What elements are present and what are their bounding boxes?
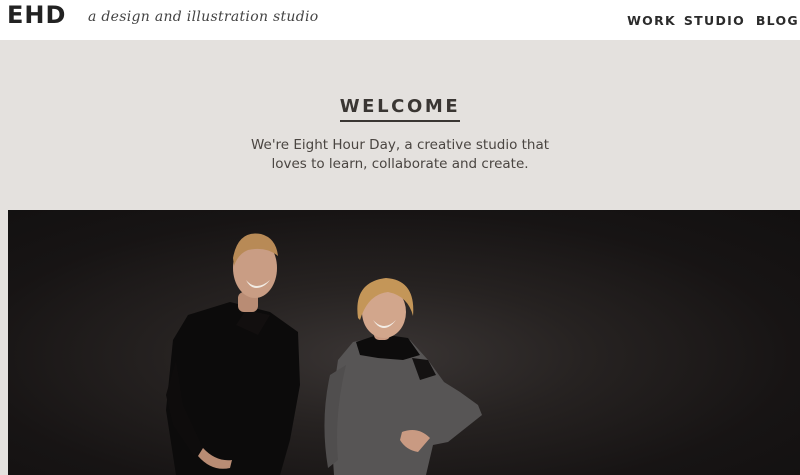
intro-line-2: loves to learn, collaborate and create.	[271, 156, 529, 172]
nav-item-studio[interactable]: STUDIO	[684, 13, 745, 28]
site-tagline: a design and illustration studio	[88, 9, 319, 25]
intro-line-1: We're Eight Hour Day, a creative studio …	[250, 137, 550, 153]
welcome-heading: WELCOME	[0, 96, 800, 122]
logo-mark: EHD	[7, 1, 67, 29]
nav-item-blog[interactable]: BLOG	[756, 13, 799, 28]
logo-link[interactable]: EHD	[7, 2, 66, 28]
man-figure	[166, 233, 300, 475]
nav-item-work[interactable]: WORK	[627, 13, 676, 28]
woman-figure	[324, 278, 482, 475]
team-photo-illustration	[166, 233, 482, 475]
intro-text: We're Eight Hour Day, a creative studio …	[0, 136, 800, 174]
welcome-title: WELCOME	[339, 96, 461, 122]
hero-photo	[8, 210, 800, 475]
site-header: EHD a design and illustration studio WOR…	[0, 0, 800, 40]
